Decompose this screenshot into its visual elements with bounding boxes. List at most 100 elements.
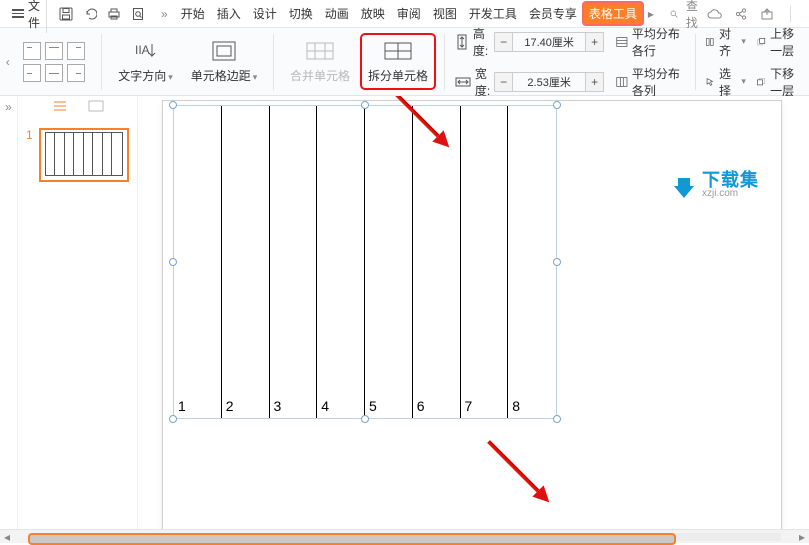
- save-icon[interactable]: [59, 7, 73, 21]
- distribute-cols-button[interactable]: 平均分布各列: [616, 65, 684, 99]
- resize-handle[interactable]: [361, 415, 369, 423]
- workspace: » 1 1: [0, 96, 809, 529]
- tab-member[interactable]: 会员专享: [524, 3, 582, 24]
- tab-view[interactable]: 视图: [428, 3, 462, 24]
- slide-panel: 1: [18, 96, 138, 529]
- file-menu[interactable]: 文件: [6, 0, 47, 33]
- height-value[interactable]: 17.40厘米: [513, 34, 585, 50]
- merge-cells-button[interactable]: 合并单元格: [284, 35, 356, 88]
- search-placeholder: 查找: [686, 0, 702, 31]
- tab-review[interactable]: 审阅: [392, 3, 426, 24]
- collapse-ribbon[interactable]: ‹: [4, 32, 11, 92]
- resize-handle[interactable]: [169, 258, 177, 266]
- table-cell[interactable]: 2: [222, 106, 270, 418]
- scroll-track[interactable]: [28, 533, 781, 541]
- distribute-rows-icon: [616, 35, 628, 49]
- align-top-center[interactable]: [45, 42, 63, 60]
- hamburger-icon: [12, 9, 24, 18]
- height-plus[interactable]: +: [585, 33, 603, 51]
- tab-slideshow[interactable]: 放映: [356, 3, 390, 24]
- search-icon: [670, 8, 678, 20]
- panel-tab-thumbs[interactable]: [51, 100, 69, 114]
- table-cell[interactable]: 5: [365, 106, 413, 418]
- resize-handle[interactable]: [361, 101, 369, 109]
- tab-table-tools[interactable]: 表格工具: [584, 3, 642, 24]
- resize-handle[interactable]: [553, 258, 561, 266]
- tab-design[interactable]: 设计: [248, 3, 282, 24]
- select-icon: [705, 75, 715, 89]
- menubar: 文件 » 开始 插入 设计 切换 动画 放映 审阅 视图 开发工具 会员专享 表…: [0, 0, 809, 28]
- sep: [273, 34, 274, 90]
- sep: [101, 34, 102, 90]
- align-middle-left[interactable]: [23, 64, 41, 82]
- scroll-right[interactable]: ▸: [795, 530, 809, 544]
- table-shape[interactable]: 1 2 3 4 5 6 7 8: [173, 105, 557, 419]
- quick-access-toolbar: [51, 7, 153, 21]
- select-menu[interactable]: 选择▾: [705, 65, 746, 99]
- sep: [695, 34, 696, 90]
- height-spinner: − 17.40厘米 +: [494, 32, 604, 52]
- cell-margins-icon: [209, 39, 239, 63]
- width-value[interactable]: 2.53厘米: [513, 74, 585, 90]
- print-icon[interactable]: [107, 7, 121, 21]
- slide-number: 1: [26, 128, 33, 182]
- table-cell[interactable]: 4: [317, 106, 365, 418]
- align-icon: [705, 35, 715, 49]
- cloud-icon[interactable]: [706, 7, 722, 21]
- top-right-icons: [706, 6, 805, 22]
- scroll-left[interactable]: ◂: [0, 530, 14, 544]
- text-direction-button[interactable]: IIA 文字方向▾: [112, 35, 179, 88]
- tab-insert[interactable]: 插入: [212, 3, 246, 24]
- tab-developer[interactable]: 开发工具: [464, 3, 522, 24]
- distribute-rows-button[interactable]: 平均分布各行: [616, 25, 684, 59]
- table-cell[interactable]: 7: [461, 106, 509, 418]
- panel-tab-outline[interactable]: [87, 100, 105, 114]
- tab-transition[interactable]: 切换: [284, 3, 318, 24]
- group-arrange-right: 上移一层 下移一层: [756, 25, 805, 99]
- height-minus[interactable]: −: [495, 33, 513, 51]
- ribbon-tabs: 开始 插入 设计 切换 动画 放映 审阅 视图 开发工具 会员专享 表格工具 ▸: [176, 3, 658, 24]
- group-arrange-left: 对齐▾ 选择▾: [705, 25, 746, 99]
- align-menu[interactable]: 对齐▾: [705, 25, 746, 59]
- left-rail-toggle[interactable]: »: [0, 96, 18, 529]
- group-distribute: 平均分布各行 平均分布各列: [616, 25, 684, 99]
- distribute-cols-icon: [616, 75, 628, 89]
- slide-thumbnail[interactable]: 1: [26, 128, 129, 182]
- qat-overflow[interactable]: »: [157, 7, 172, 21]
- resize-handle[interactable]: [169, 415, 177, 423]
- align-middle-center[interactable]: [45, 64, 63, 82]
- export-icon[interactable]: [760, 7, 774, 21]
- align-top-left[interactable]: [23, 42, 41, 60]
- resize-handle[interactable]: [553, 415, 561, 423]
- table-cell[interactable]: 6: [413, 106, 461, 418]
- mini-table-icon: [45, 132, 123, 176]
- undo-icon[interactable]: [83, 7, 97, 21]
- split-cells-button[interactable]: 拆分单元格: [362, 35, 434, 88]
- resize-handle[interactable]: [169, 101, 177, 109]
- align-middle-right[interactable]: [67, 64, 85, 82]
- table-cell[interactable]: 8: [508, 106, 556, 418]
- width-icon: [455, 75, 471, 89]
- tabs-overflow[interactable]: ▸: [644, 7, 658, 21]
- print-preview-icon[interactable]: [131, 7, 145, 21]
- bring-forward-icon: [756, 35, 766, 49]
- sep: [444, 34, 445, 90]
- canvas[interactable]: 1 2 3 4 5 6 7 8: [138, 96, 809, 529]
- table-cell[interactable]: 3: [270, 106, 318, 418]
- width-plus[interactable]: +: [585, 73, 603, 91]
- svg-text:IIA: IIA: [135, 43, 150, 57]
- share-icon[interactable]: [734, 7, 748, 21]
- align-top-right[interactable]: [67, 42, 85, 60]
- tab-animation[interactable]: 动画: [320, 3, 354, 24]
- tab-start[interactable]: 开始: [176, 3, 210, 24]
- cell-margins-button[interactable]: 单元格边距▾: [185, 35, 264, 88]
- slide[interactable]: 1 2 3 4 5 6 7 8: [162, 100, 782, 529]
- height-label: 高度:: [473, 25, 490, 59]
- bring-forward-button[interactable]: 上移一层: [756, 25, 805, 59]
- horizontal-scrollbar[interactable]: ◂ ▸: [0, 529, 809, 543]
- send-backward-button[interactable]: 下移一层: [756, 65, 805, 99]
- width-minus[interactable]: −: [495, 73, 513, 91]
- watermark: 下载集 xzji.com: [672, 171, 759, 199]
- resize-handle[interactable]: [553, 101, 561, 109]
- table-cell[interactable]: 1: [174, 106, 222, 418]
